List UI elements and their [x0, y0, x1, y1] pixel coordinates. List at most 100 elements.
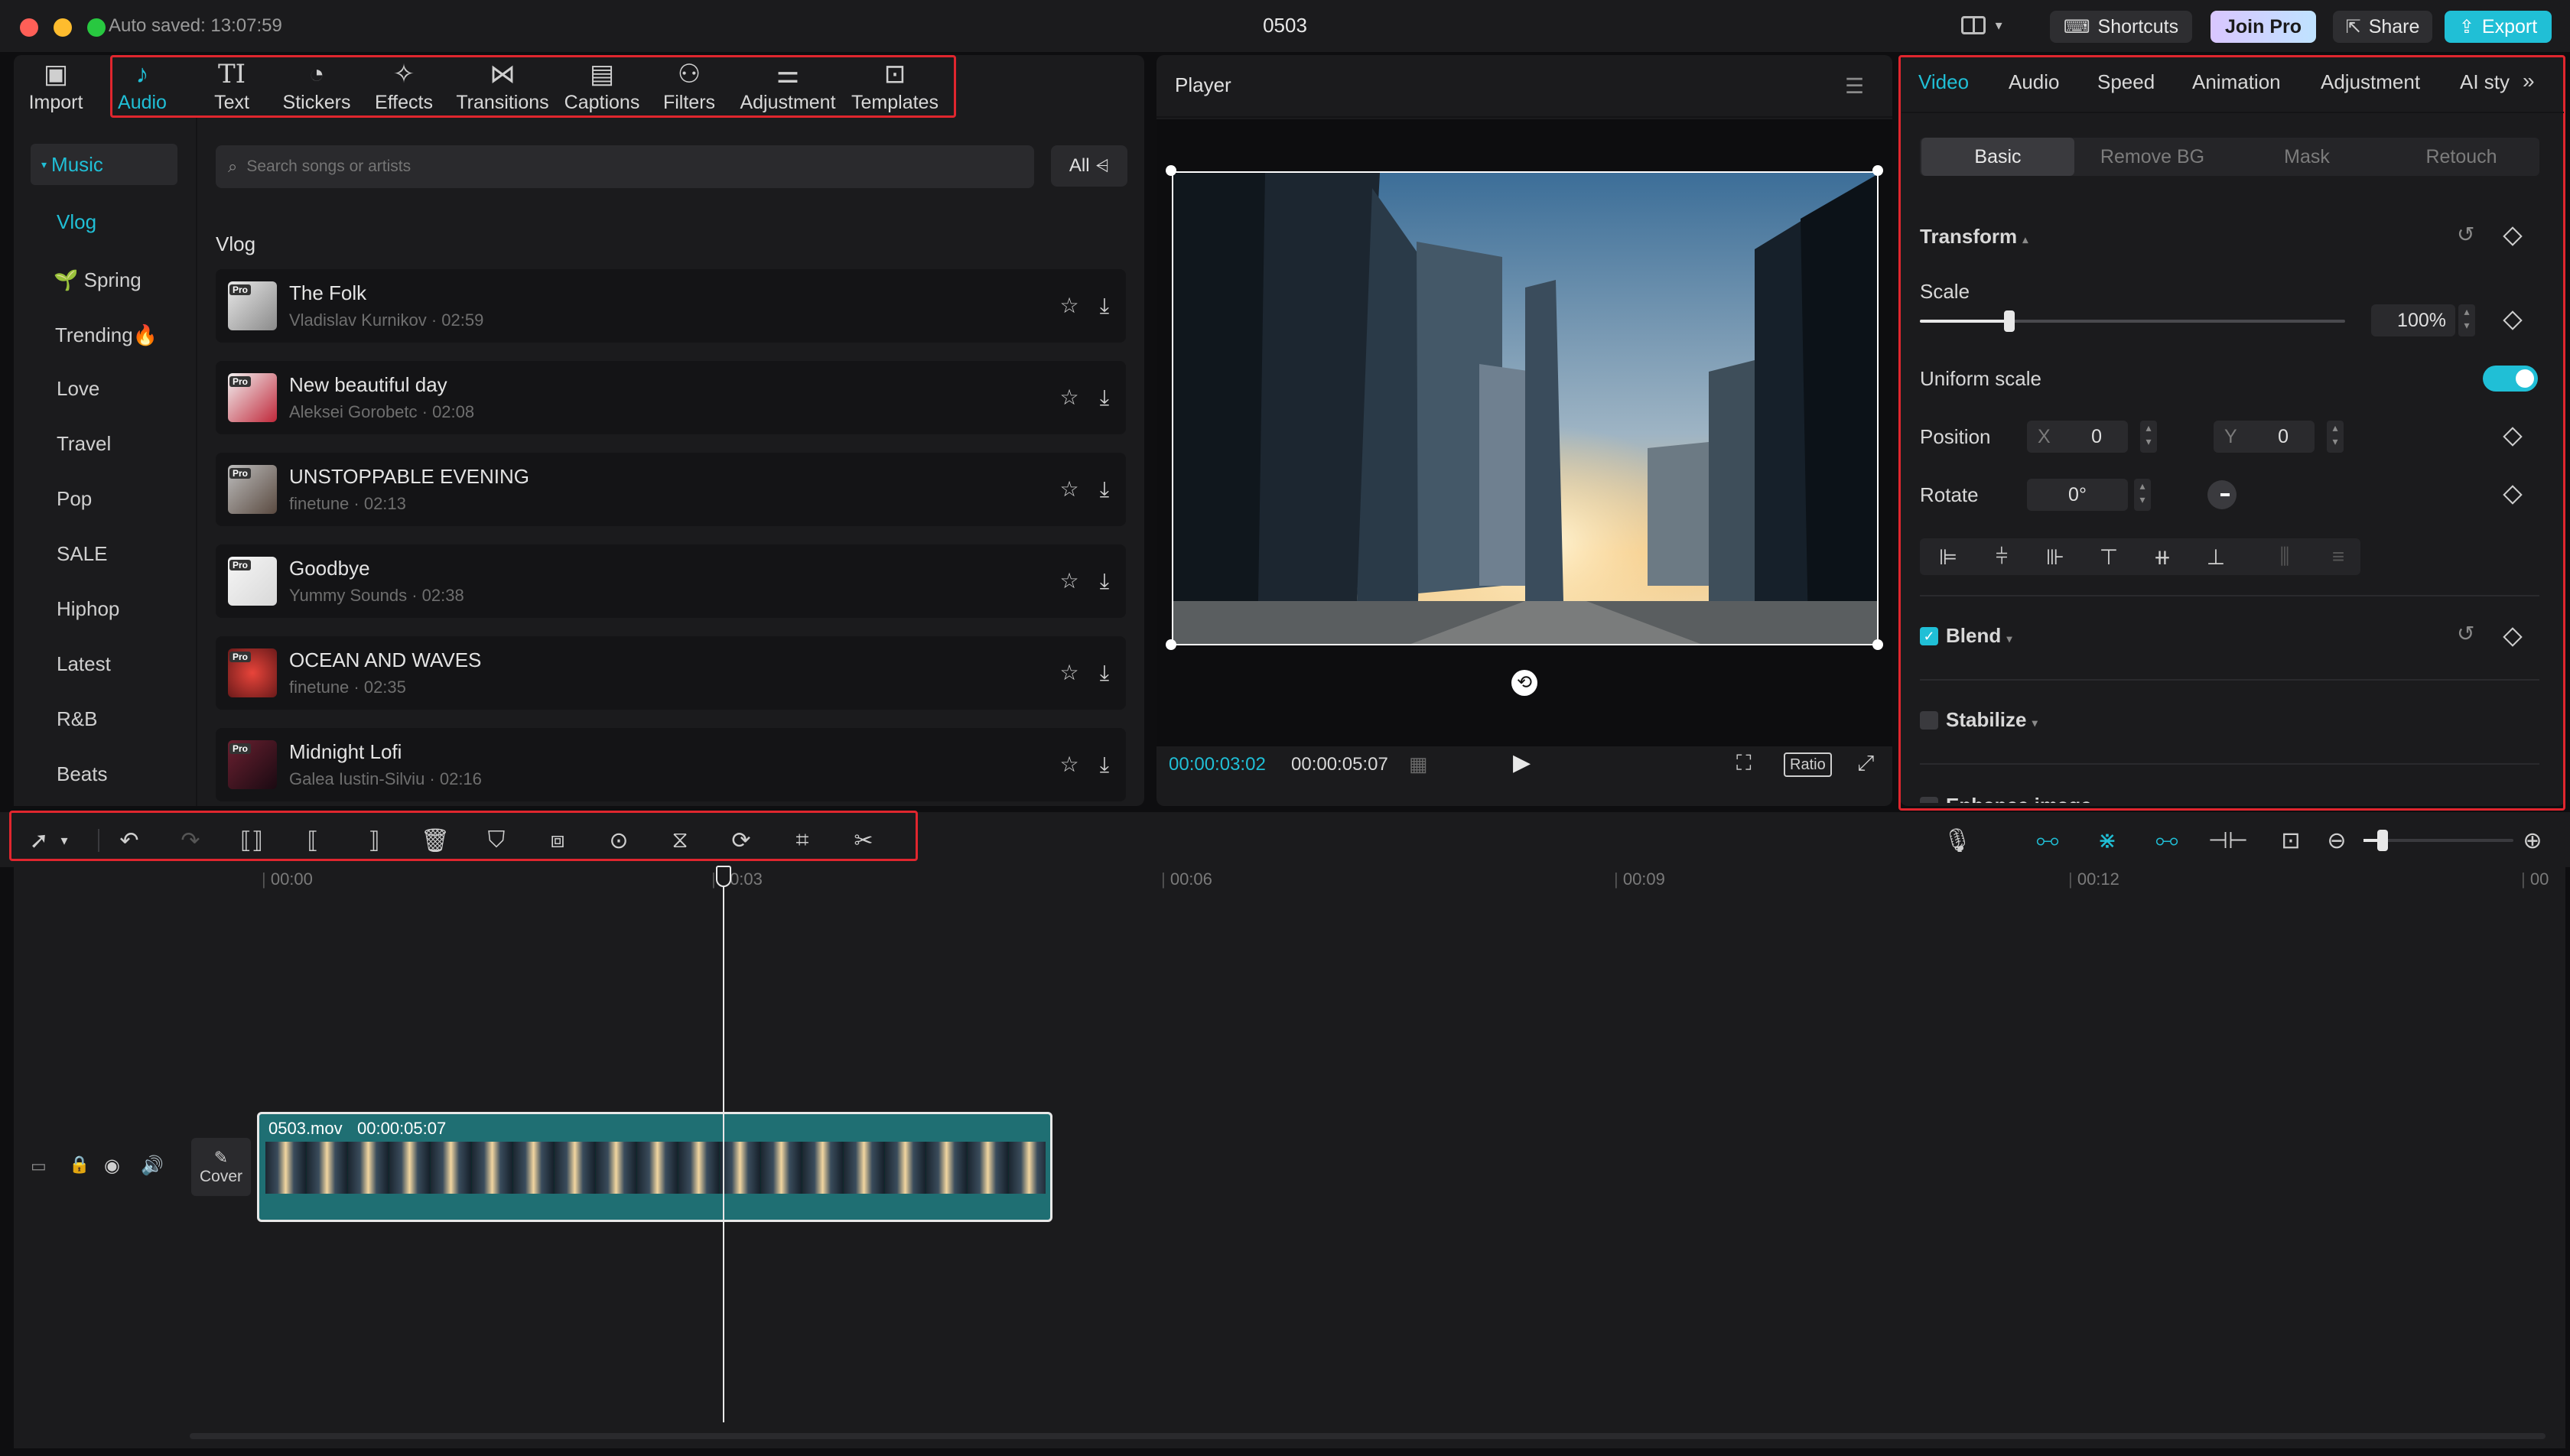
more-tabs-icon[interactable]: » [2523, 69, 2535, 93]
link-icon[interactable]: ⧟ [2148, 824, 2186, 856]
favorite-icon[interactable]: ☆ [1056, 751, 1083, 778]
rotate-stepper[interactable]: ▴ ▾ [2134, 479, 2151, 511]
song-item[interactable]: Pro OCEAN AND WAVES finetune · 02:35 ☆ ⤓ [216, 636, 1126, 710]
position-x-stepper[interactable]: ▴ ▾ [2140, 421, 2157, 453]
chevron-down-icon[interactable]: ▾ [55, 824, 73, 856]
subtab-retouch[interactable]: Retouch [2385, 138, 2538, 176]
tab-transitions[interactable]: ⋈ Transitions [453, 58, 552, 116]
sidebar-item-vlog[interactable]: Vlog [31, 200, 177, 243]
song-item[interactable]: Pro Goodbye Yummy Sounds · 02:38 ☆ ⤓ [216, 544, 1126, 618]
scale-input[interactable]: 100% [2371, 304, 2455, 336]
export-button[interactable]: ⇪ Export [2445, 11, 2552, 43]
distribute-h-icon[interactable]: ⫼ [2259, 540, 2310, 574]
tab-animation[interactable]: Animation [2192, 70, 2281, 94]
select-tool-icon[interactable]: ➚ [20, 824, 58, 856]
scale-stepper[interactable]: ▴ ▾ [2458, 304, 2475, 336]
subtab-mask[interactable]: Mask [2230, 138, 2383, 176]
sidebar-item-hiphop[interactable]: Hiphop [31, 587, 177, 630]
ratio-button[interactable]: Ratio [1784, 752, 1832, 777]
align-right-icon[interactable]: ⊪ [2030, 540, 2080, 574]
position-y-stepper[interactable]: ▴ ▾ [2327, 421, 2344, 453]
rotate-input[interactable]: 0° [2027, 479, 2128, 511]
blend-checkbox[interactable]: ✓ [1920, 627, 1938, 645]
split-left-icon[interactable]: ⟦ [294, 824, 332, 856]
align-center-h-icon[interactable]: ⫩ [1976, 540, 2027, 574]
sidebar-item-travel[interactable]: Travel [31, 422, 177, 465]
magnet-main-track-icon[interactable]: ⧟ [2028, 824, 2067, 856]
zoom-slider-thumb[interactable] [2377, 830, 2388, 851]
align-middle-v-icon[interactable]: ⧺ [2137, 540, 2188, 574]
tab-ai-style[interactable]: AI sty [2460, 70, 2510, 94]
tab-text[interactable]: TI Text [205, 58, 259, 116]
tab-audio[interactable]: ♪ Audio [115, 58, 170, 116]
favorite-icon[interactable]: ☆ [1056, 659, 1083, 687]
sidebar-item-rnb[interactable]: R&B [31, 697, 177, 740]
favorite-icon[interactable]: ☆ [1056, 567, 1083, 595]
video-preview[interactable] [1172, 171, 1879, 645]
tab-stickers[interactable]: ◔ Stickers [280, 58, 353, 116]
join-pro-button[interactable]: Join Pro [2211, 11, 2316, 43]
zoom-out-icon[interactable]: ⊖ [2318, 824, 2356, 856]
playhead-handle[interactable] [716, 866, 731, 887]
cover-button[interactable]: ✎ Cover [191, 1138, 251, 1196]
search-box[interactable]: ⌕ [216, 145, 1034, 188]
sidebar-item-pop[interactable]: Pop [31, 477, 177, 520]
marker-icon[interactable]: ⛉ [477, 824, 516, 856]
resize-handle[interactable] [1166, 639, 1176, 650]
track-thumbnail-icon[interactable]: ▭ [31, 1156, 47, 1176]
mirror-icon[interactable]: ⧖ [661, 824, 699, 856]
screenshot-icon[interactable]: ⛶ [1736, 751, 1752, 776]
tab-import[interactable]: ▣ Import [20, 58, 92, 116]
scale-slider[interactable] [1920, 310, 2345, 332]
auto-cut-pro-icon[interactable]: ✂ [844, 824, 883, 856]
resize-handle[interactable] [1872, 165, 1883, 176]
stabilize-section-title[interactable]: Stabilize ▾ [1946, 708, 2038, 732]
rotate-dial[interactable] [2207, 480, 2237, 509]
download-icon[interactable]: ⤓ [1091, 567, 1118, 595]
speaker-icon[interactable]: 🔊 [141, 1155, 164, 1177]
tab-audio-inspector[interactable]: Audio [2009, 70, 2060, 94]
sidebar-item-latest[interactable]: Latest [31, 642, 177, 685]
blend-section-title[interactable]: Blend ▾ [1946, 624, 2012, 648]
auto-snap-icon[interactable]: ⋇ [2088, 824, 2126, 856]
eye-icon[interactable]: ◉ [104, 1155, 120, 1177]
rotate-handle-icon[interactable]: ⟲ [1511, 670, 1537, 696]
freeze-frame-icon[interactable]: ⧈ [538, 824, 577, 856]
resize-handle[interactable] [1872, 639, 1883, 650]
sidebar-item-beats[interactable]: Beats [31, 752, 177, 795]
tab-adjustment[interactable]: ⚌ Adjustment [737, 58, 838, 116]
zoom-in-icon[interactable]: ⊕ [2513, 824, 2552, 856]
subtab-basic[interactable]: Basic [1921, 138, 2074, 176]
subtab-remove-bg[interactable]: Remove BG [2076, 138, 2229, 176]
video-clip[interactable]: 0503.mov 00:00:05:07 [257, 1112, 1052, 1222]
close-window-button[interactable] [20, 18, 38, 37]
scale-slider-thumb[interactable] [2003, 310, 2015, 332]
favorite-icon[interactable]: ☆ [1056, 476, 1083, 503]
tab-filters[interactable]: ⚇ Filters [655, 58, 724, 116]
undo-icon[interactable]: ↶ [110, 824, 148, 856]
reset-icon[interactable]: ↺ [2457, 222, 2474, 247]
timeline-scrollbar[interactable] [190, 1433, 2546, 1439]
player-menu-icon[interactable]: ☰ [1845, 73, 1864, 99]
zoom-slider[interactable] [2363, 830, 2513, 851]
download-icon[interactable]: ⤓ [1091, 292, 1118, 320]
reset-icon[interactable]: ↺ [2457, 621, 2474, 646]
align-bottom-icon[interactable]: ⊥ [2191, 540, 2241, 574]
stabilize-checkbox[interactable] [1920, 711, 1938, 730]
redo-icon[interactable]: ↷ [171, 824, 210, 856]
sidebar-item-spring[interactable]: 🌱 Spring [31, 258, 177, 301]
distribute-v-icon[interactable]: ≡ [2313, 540, 2363, 574]
sidebar-item-sale[interactable]: SALE [31, 532, 177, 575]
sidebar-item-trending[interactable]: Trending🔥 [31, 314, 177, 356]
position-x-input[interactable]: X 0 [2027, 421, 2128, 453]
favorite-icon[interactable]: ☆ [1056, 384, 1083, 411]
microphone-icon[interactable]: 🎙 [1938, 824, 1976, 856]
shortcuts-button[interactable]: ⌨ Shortcuts [2050, 11, 2192, 43]
tab-video[interactable]: Video [1918, 70, 1969, 94]
tab-speed[interactable]: Speed [2097, 70, 2155, 94]
song-item[interactable]: Pro The Folk Vladislav Kurnikov · 02:59 … [216, 269, 1126, 343]
share-button[interactable]: ⇱ Share [2333, 11, 2432, 43]
download-icon[interactable]: ⤓ [1091, 659, 1118, 687]
favorite-icon[interactable]: ☆ [1056, 292, 1083, 320]
transform-section-title[interactable]: Transform ▴ [1920, 225, 2028, 249]
